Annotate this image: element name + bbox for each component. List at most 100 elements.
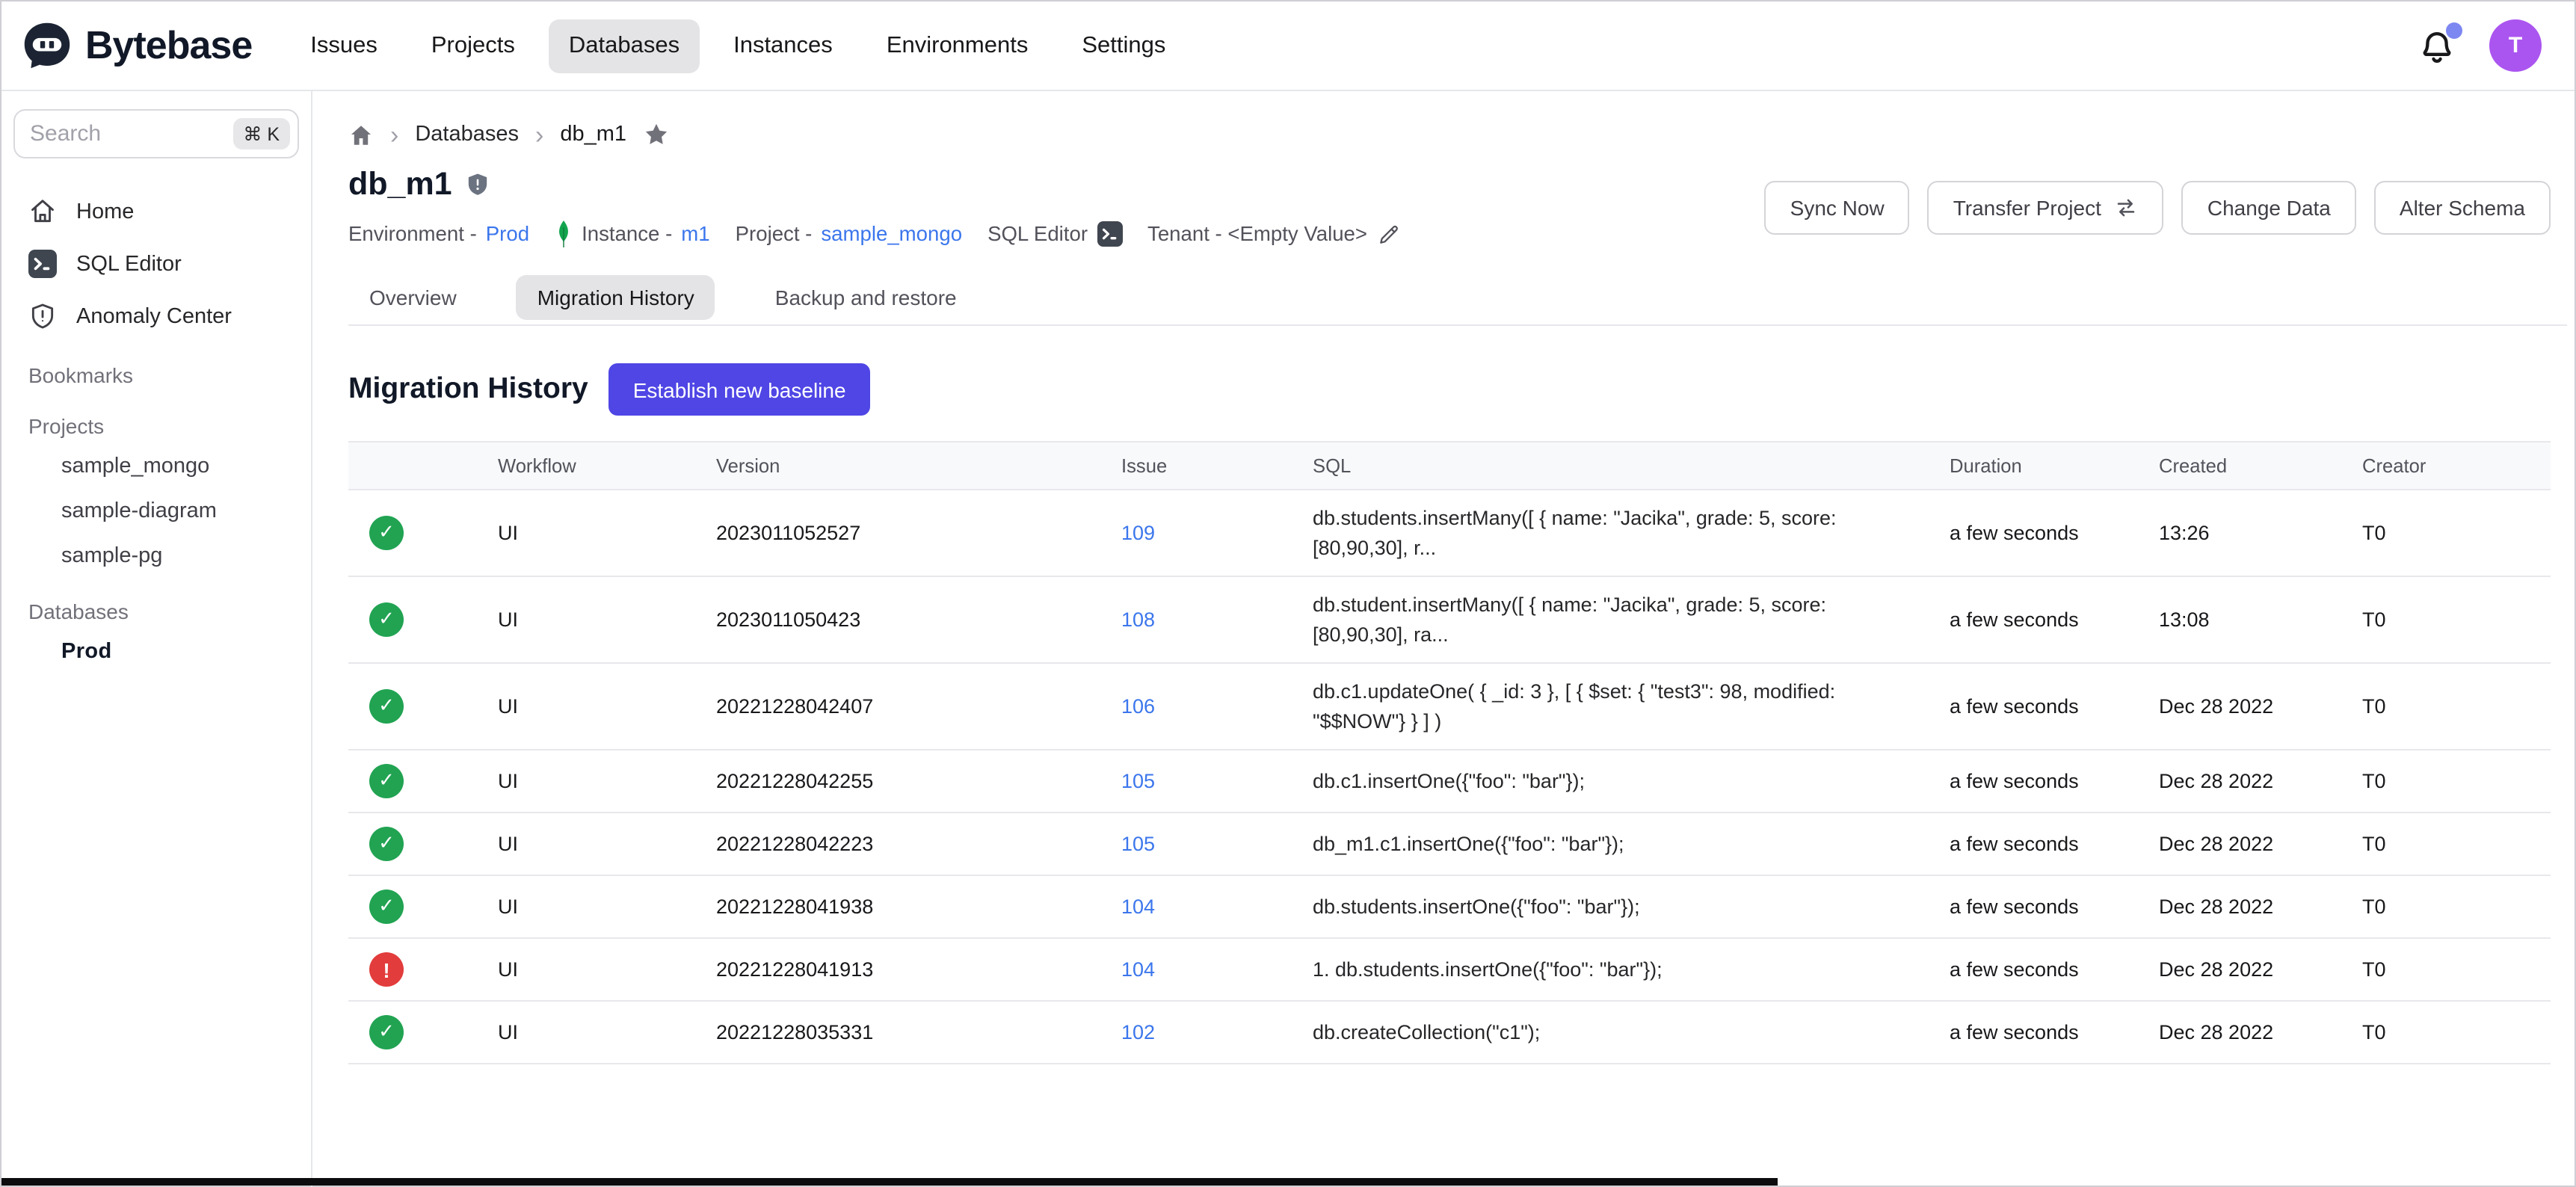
created-cell: Dec 28 2022 [2141, 1002, 2344, 1064]
sidebar-item-label: SQL Editor [76, 252, 182, 276]
table-row[interactable]: UI 20221228041913 104 1. db.students.ins… [348, 939, 2551, 1002]
page-header: db_m1 Environment - Prod [348, 166, 2551, 248]
workflow-cell: UI [480, 576, 698, 663]
issue-link[interactable]: 104 [1121, 895, 1155, 918]
issue-link[interactable]: 105 [1121, 833, 1155, 855]
sidebar-database-prod[interactable]: Prod [13, 629, 299, 674]
table-row[interactable]: UI 20221228042407 106 db.c1.updateOne( {… [348, 664, 2551, 750]
issue-link[interactable]: 102 [1121, 1021, 1155, 1043]
sidebar-item-anomaly-center[interactable]: Anomaly Center [13, 290, 299, 342]
project-link[interactable]: sample_mongo [821, 223, 962, 245]
transfer-project-button[interactable]: Transfer Project [1928, 180, 2164, 234]
workflow-cell: UI [480, 664, 698, 750]
home-icon [28, 197, 57, 226]
col-workflow: Workflow [480, 442, 698, 490]
breadcrumb-home-icon[interactable] [348, 122, 374, 147]
creator-cell: T0 [2344, 750, 2551, 813]
sidebar-project-sample-pg[interactable]: sample-pg [13, 534, 299, 579]
database-meta-row: Environment - Prod Instance - m1 [348, 220, 1400, 248]
nav-environments[interactable]: Environments [867, 19, 1048, 73]
search-input[interactable] [30, 121, 224, 147]
sql-cell: db.students.insertOne({"foo": "bar"}); [1295, 876, 1932, 939]
sidebar-project-sample-mongo[interactable]: sample_mongo [13, 444, 299, 489]
workflow-cell: UI [480, 876, 698, 939]
status-success-icon [369, 1016, 404, 1050]
environment-link[interactable]: Prod [486, 223, 529, 245]
creator-cell: T0 [2344, 490, 2551, 576]
page-header-left: db_m1 Environment - Prod [348, 166, 1400, 248]
sidebar-item-sql-editor[interactable]: SQL Editor [13, 238, 299, 290]
table-header-row: Workflow Version Issue SQL Duration Crea… [348, 442, 2551, 490]
sidebar-item-label: Home [76, 200, 134, 223]
tenant-label: Tenant - <Empty Value> [1147, 223, 1367, 245]
search-shortcut-badge: ⌘ K [232, 118, 290, 149]
table-row[interactable]: UI 2023011050423 108 db.student.insertMa… [348, 576, 2551, 663]
duration-cell: a few seconds [1932, 939, 2141, 1002]
version-cell: 2023011052527 [698, 490, 1103, 576]
version-cell: 20221228042223 [698, 813, 1103, 876]
table-row[interactable]: UI 20221228041938 104 db.students.insert… [348, 876, 2551, 939]
instance-link[interactable]: m1 [681, 223, 709, 245]
breadcrumb-current: db_m1 [560, 123, 626, 147]
col-duration: Duration [1932, 442, 2141, 490]
sql-cell: db.student.insertMany([ { name: "Jacika"… [1295, 576, 1932, 663]
alter-schema-button[interactable]: Alter Schema [2374, 180, 2551, 234]
meta-sql-editor-link[interactable]: SQL Editor [987, 221, 1122, 247]
instance-label: Instance - [582, 223, 672, 245]
sidebar-item-label: Anomaly Center [76, 304, 232, 328]
edit-pencil-icon[interactable] [1376, 222, 1400, 246]
issue-link[interactable]: 105 [1121, 770, 1155, 792]
table-row[interactable]: UI 20221228042223 105 db_m1.c1.insertOne… [348, 813, 2551, 876]
table-row[interactable]: UI 20221228035331 102 db.createCollectio… [348, 1002, 2551, 1064]
issue-link[interactable]: 106 [1121, 695, 1155, 718]
table-row[interactable]: UI 20221228042255 105 db.c1.insertOne({"… [348, 750, 2551, 813]
bookmark-star-icon[interactable] [643, 121, 670, 148]
tab-migration-history[interactable]: Migration History [517, 275, 715, 320]
sql-editor-label: SQL Editor [987, 223, 1088, 245]
nav-instances[interactable]: Instances [714, 19, 852, 73]
duration-cell: a few seconds [1932, 576, 2141, 663]
status-success-icon [369, 890, 404, 925]
col-status [348, 442, 480, 490]
duration-cell: a few seconds [1932, 750, 2141, 813]
nav-right: T [2418, 19, 2542, 72]
meta-environment: Environment - Prod [348, 223, 529, 245]
issue-link[interactable]: 104 [1121, 958, 1155, 981]
establish-baseline-button[interactable]: Establish new baseline [609, 363, 870, 416]
transfer-project-label: Transfer Project [1953, 195, 2101, 219]
terminal-icon [28, 250, 57, 278]
tab-backup-and-restore[interactable]: Backup and restore [754, 275, 978, 320]
terminal-icon [1097, 221, 1122, 247]
creator-cell: T0 [2344, 876, 2551, 939]
duration-cell: a few seconds [1932, 490, 2141, 576]
change-data-label: Change Data [2207, 195, 2331, 219]
page-title: db_m1 [348, 166, 452, 203]
sidebar-section-databases: Databases [13, 588, 299, 629]
shield-status-icon [466, 172, 491, 197]
created-cell: Dec 28 2022 [2141, 876, 2344, 939]
establish-baseline-label: Establish new baseline [633, 377, 846, 401]
sql-cell: db_m1.c1.insertOne({"foo": "bar"}); [1295, 813, 1932, 876]
sync-now-button[interactable]: Sync Now [1765, 180, 1910, 234]
sidebar-project-sample-diagram[interactable]: sample-diagram [13, 489, 299, 534]
user-avatar[interactable]: T [2489, 19, 2542, 72]
nav-settings[interactable]: Settings [1062, 19, 1185, 73]
col-sql: SQL [1295, 442, 1932, 490]
nav-issues[interactable]: Issues [291, 19, 397, 73]
nav-projects[interactable]: Projects [412, 19, 534, 73]
created-cell: Dec 28 2022 [2141, 813, 2344, 876]
bytebase-logo[interactable]: Bytebase [22, 21, 252, 70]
breadcrumb-databases[interactable]: Databases [415, 123, 519, 147]
notification-bell-button[interactable] [2418, 26, 2456, 65]
duration-cell: a few seconds [1932, 664, 2141, 750]
issue-link[interactable]: 109 [1121, 522, 1155, 544]
version-cell: 20221228035331 [698, 1002, 1103, 1064]
table-row[interactable]: UI 2023011052527 109 db.students.insertM… [348, 490, 2551, 576]
tab-overview[interactable]: Overview [348, 275, 478, 320]
sidebar-item-home[interactable]: Home [13, 185, 299, 238]
issue-link[interactable]: 108 [1121, 608, 1155, 631]
status-success-icon [369, 690, 404, 724]
change-data-button[interactable]: Change Data [2182, 180, 2356, 234]
meta-instance: Instance - m1 [555, 220, 710, 248]
nav-databases[interactable]: Databases [549, 19, 699, 73]
